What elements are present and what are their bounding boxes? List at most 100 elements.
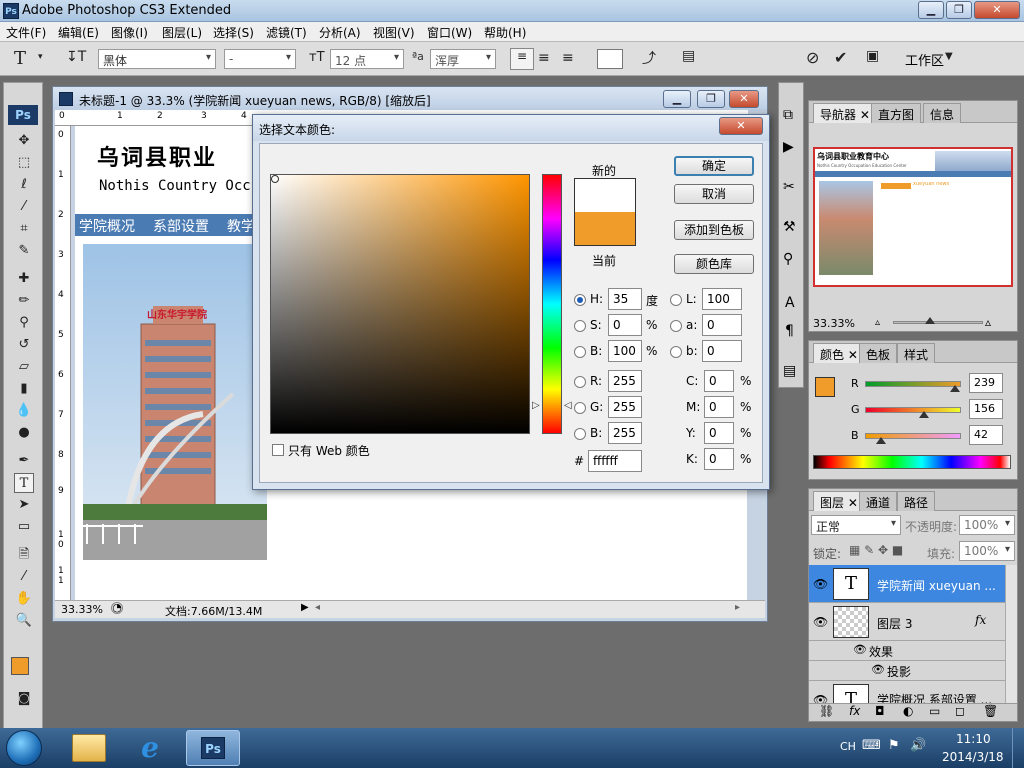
tab-channels[interactable]: 通道 (859, 491, 898, 511)
scroll-right-icon[interactable]: ▸ (735, 602, 740, 613)
l-radio[interactable] (670, 294, 682, 306)
fx-icon[interactable]: fx (975, 613, 986, 627)
add-style-icon[interactable]: fx (849, 704, 860, 718)
doc-close-button[interactable]: ✕ (729, 90, 759, 108)
saturation-input[interactable]: 0 (608, 314, 642, 336)
layer-list-scrollbar[interactable] (1005, 565, 1017, 703)
menu-view[interactable]: 视图(V) (373, 24, 415, 41)
saturation-radio[interactable] (574, 320, 586, 332)
green-channel-thumb[interactable] (918, 411, 929, 418)
align-center-icon[interactable]: ≡ (538, 50, 550, 66)
visibility-eye-icon[interactable]: 👁 (813, 615, 828, 629)
blend-mode-select[interactable]: 正常 (811, 515, 901, 535)
cyan-input[interactable]: 0 (704, 370, 734, 392)
show-desktop-button[interactable] (1012, 728, 1024, 768)
new-layer-icon[interactable]: ◻ (955, 704, 965, 718)
keyboard-icon[interactable]: ⌨ (862, 738, 881, 753)
crop-tool-icon[interactable]: ⌗ (14, 219, 34, 239)
tool-presets-icon[interactable]: ✂ (783, 179, 795, 195)
menu-edit[interactable]: 编辑(E) (58, 24, 99, 41)
visibility-eye-icon[interactable]: 👁 (813, 577, 828, 591)
notes-tool-icon[interactable]: 🗎 (14, 545, 34, 565)
color-ramp[interactable] (813, 455, 1011, 469)
blue-radio[interactable] (574, 428, 586, 440)
hue-slider-left-arrow-icon[interactable]: ▷ (532, 400, 540, 411)
cancel-icon[interactable]: ⊘ (806, 48, 819, 67)
l-input[interactable]: 100 (702, 288, 742, 310)
visibility-eye-icon[interactable]: 👁 (813, 693, 828, 703)
paragraph-panel-icon[interactable]: ¶ (785, 323, 794, 339)
type-tool-icon[interactable]: T (14, 473, 34, 493)
clone-source-icon[interactable]: ⚲ (783, 251, 793, 267)
cancel-button[interactable]: 取消 (674, 184, 754, 204)
a-radio[interactable] (670, 320, 682, 332)
b-lab-radio[interactable] (670, 346, 682, 358)
maximize-button[interactable]: ❐ (946, 1, 972, 19)
hex-input[interactable]: ffffff (588, 450, 642, 472)
warp-text-icon[interactable]: ⤴ (642, 48, 656, 68)
tab-color[interactable]: 颜色 ✕ (813, 343, 865, 363)
pen-tool-icon[interactable]: ✒ (14, 451, 34, 471)
green-channel-slider[interactable] (865, 407, 961, 413)
scroll-left-icon[interactable]: ◂ (315, 602, 320, 613)
layer-name[interactable]: 图层 3 (877, 615, 912, 632)
red-channel-thumb[interactable] (949, 385, 960, 392)
visibility-eye-icon[interactable]: 👁 (871, 663, 885, 676)
tab-styles[interactable]: 样式 (897, 343, 936, 363)
tab-layers[interactable]: 图层 ✕ (813, 491, 865, 511)
new-group-icon[interactable]: ▭ (929, 704, 940, 718)
language-indicator[interactable]: CH (840, 740, 856, 753)
clone-stamp-icon[interactable]: ⚲ (14, 313, 34, 333)
foreground-color-swatch[interactable] (11, 657, 29, 675)
menu-image[interactable]: 图像(I) (111, 24, 148, 41)
font-style-select[interactable]: - (224, 49, 296, 69)
current-color-swatch[interactable] (574, 212, 636, 246)
add-to-swatches-button[interactable]: 添加到色板 (674, 220, 754, 240)
tab-swatches[interactable]: 色板 (859, 343, 898, 363)
close-button[interactable]: ✕ (974, 1, 1020, 19)
font-size-select[interactable]: 12 点 (330, 49, 404, 69)
zoom-out-icon[interactable]: ▵ (875, 317, 880, 328)
color-libraries-button[interactable]: 颜色库 (674, 254, 754, 274)
zoom-level[interactable]: 33.33% (61, 603, 103, 616)
brightness-radio[interactable] (574, 346, 586, 358)
brush-tool-icon[interactable]: ✏ (14, 291, 34, 311)
link-layers-icon[interactable]: ⛓ (819, 704, 834, 718)
navigator-preview[interactable]: 乌词县职业教育中心 Nothis Country Occupation Educ… (813, 147, 1013, 287)
tab-histogram[interactable]: 直方图 (871, 103, 922, 123)
clock-date[interactable]: 2014/3/18 (942, 750, 1004, 764)
doc-minimize-button[interactable]: ▁ (663, 90, 691, 108)
layer-row[interactable]: 👁 图层 3 fx (809, 603, 1005, 641)
adjustment-layer-icon[interactable]: ◐ (903, 704, 913, 718)
character-panel-icon[interactable]: A (785, 295, 795, 311)
green-radio[interactable] (574, 402, 586, 414)
hue-input[interactable]: 35 (608, 288, 642, 310)
rectangle-tool-icon[interactable]: ▭ (14, 517, 34, 537)
font-family-select[interactable]: 黑体 (98, 49, 216, 69)
yellow-input[interactable]: 0 (704, 422, 734, 444)
clock-time[interactable]: 11:10 (956, 732, 991, 746)
text-tool-preset-icon[interactable]: T (14, 48, 26, 69)
tab-info[interactable]: 信息 (923, 103, 962, 123)
delete-layer-icon[interactable]: 🗑 (983, 704, 998, 718)
start-button[interactable] (6, 730, 42, 766)
layer-comps-icon[interactable]: ▤ (783, 363, 796, 379)
blur-tool-icon[interactable]: 💧 (14, 401, 34, 421)
brushes-panel-icon[interactable]: ⚒ (783, 219, 796, 235)
text-orientation-icon[interactable]: ↧T (66, 49, 86, 65)
character-panel-icon[interactable]: ▤ (682, 48, 695, 64)
menu-file[interactable]: 文件(F) (6, 24, 46, 41)
status-menu-icon[interactable]: ◔ (111, 602, 123, 614)
web-only-checkbox[interactable] (272, 444, 284, 456)
menu-help[interactable]: 帮助(H) (484, 24, 526, 41)
green-input[interactable]: 255 (608, 396, 642, 418)
brightness-input[interactable]: 100 (608, 340, 642, 362)
hue-slider[interactable] (542, 174, 562, 434)
green-channel-input[interactable]: 156 (969, 399, 1003, 419)
opacity-input[interactable]: 100% (959, 515, 1015, 535)
red-input[interactable]: 255 (608, 370, 642, 392)
eyedropper-icon[interactable]: ⁄ (14, 567, 34, 587)
ie-taskbar-icon[interactable]: e (134, 732, 166, 764)
add-mask-icon[interactable]: ◘ (875, 704, 885, 718)
move-tool-icon[interactable]: ✥ (14, 131, 34, 151)
